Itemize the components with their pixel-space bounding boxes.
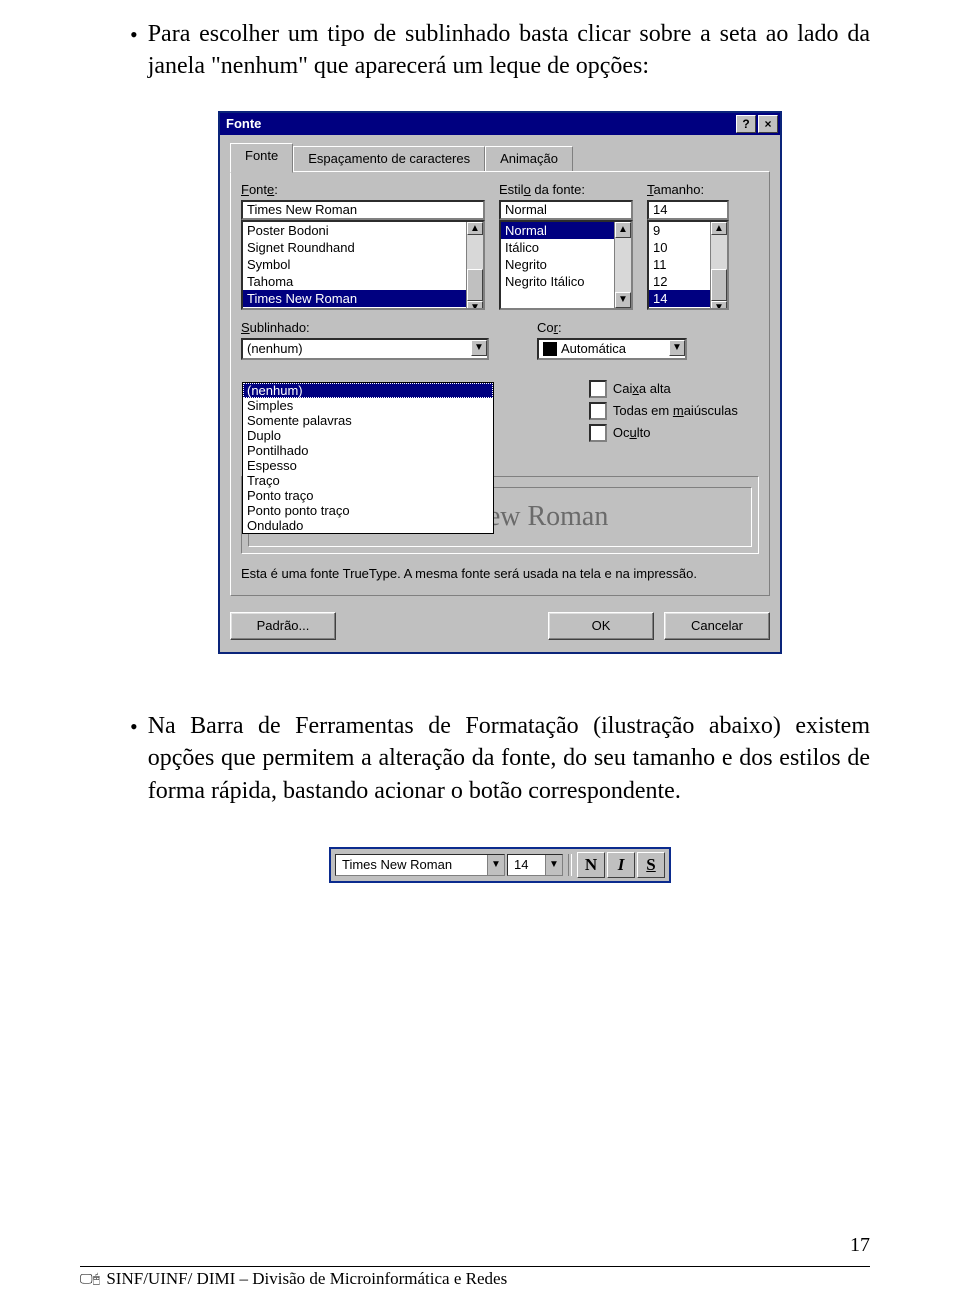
- font-family-combo[interactable]: Times New Roman ▼: [335, 854, 505, 876]
- scrollbar-thumb[interactable]: [711, 269, 727, 301]
- checkbox[interactable]: [589, 380, 607, 398]
- close-icon[interactable]: ×: [758, 115, 778, 133]
- font-size-input[interactable]: 14: [647, 200, 729, 220]
- style-list[interactable]: Normal Itálico Negrito Negrito Itálico ▲…: [499, 220, 633, 310]
- list-item[interactable]: Duplo: [243, 428, 493, 443]
- label-cor: Cor:: [537, 320, 687, 335]
- scrollbar[interactable]: ▲ ▼: [614, 222, 631, 308]
- paragraph-1: Para escolher um tipo de sublinhado bast…: [148, 18, 870, 83]
- list-item[interactable]: Negrito: [501, 256, 631, 273]
- font-name-input[interactable]: Times New Roman: [241, 200, 485, 220]
- dialog-title: Fonte: [226, 116, 261, 131]
- font-hint: Esta é uma fonte TrueType. A mesma fonte…: [241, 566, 759, 581]
- chevron-down-icon[interactable]: ▼: [669, 340, 685, 356]
- tab-fonte[interactable]: Fonte: [230, 143, 293, 173]
- list-item[interactable]: Normal: [501, 222, 631, 239]
- help-icon[interactable]: ?: [736, 115, 756, 133]
- tab-espacamento[interactable]: Espaçamento de caracteres: [293, 146, 485, 172]
- chevron-down-icon[interactable]: ▼: [467, 301, 483, 310]
- bullet-icon: •: [130, 710, 138, 807]
- scrollbar[interactable]: ▲ ▼: [466, 222, 483, 308]
- cancelar-button[interactable]: Cancelar: [664, 612, 770, 640]
- scrollbar[interactable]: ▲ ▼: [710, 222, 727, 308]
- dialog-titlebar[interactable]: Fonte ? ×: [220, 113, 780, 135]
- checkbox[interactable]: [589, 402, 607, 420]
- checkbox[interactable]: [589, 424, 607, 442]
- font-dialog: Fonte ? × Fonte Espaçamento de caractere…: [218, 111, 782, 654]
- paragraph-2: Na Barra de Ferramentas de Formatação (i…: [148, 710, 870, 807]
- list-item[interactable]: Symbol: [243, 256, 483, 273]
- size-list[interactable]: 9 10 11 12 14 ▲ ▼: [647, 220, 729, 310]
- formatting-toolbar: Times New Roman ▼ 14 ▼ N I S: [329, 847, 671, 883]
- font-family-value: Times New Roman: [336, 857, 458, 872]
- label-sublinhado: Sublinhado:: [241, 320, 489, 335]
- list-item[interactable]: (nenhum): [243, 383, 493, 398]
- color-combo[interactable]: Automática ▼: [537, 338, 687, 360]
- chevron-down-icon[interactable]: ▼: [615, 292, 631, 308]
- font-style-input[interactable]: Normal: [499, 200, 633, 220]
- chevron-down-icon[interactable]: ▼: [471, 340, 487, 356]
- label-caixa-alta: Caixa alta: [613, 381, 671, 396]
- chevron-up-icon[interactable]: ▲: [615, 222, 631, 238]
- label-tamanho: Tamanho:: [647, 182, 729, 197]
- list-item[interactable]: Poster Bodoni: [243, 222, 483, 239]
- padrao-button[interactable]: Padrão...: [230, 612, 336, 640]
- underline-button[interactable]: S: [637, 852, 665, 878]
- bold-button[interactable]: N: [577, 852, 605, 878]
- font-size-combo[interactable]: 14 ▼: [507, 854, 563, 876]
- list-item[interactable]: Itálico: [501, 239, 631, 256]
- list-item[interactable]: Tahoma: [243, 273, 483, 290]
- list-item[interactable]: Signet Roundhand: [243, 239, 483, 256]
- ok-button[interactable]: OK: [548, 612, 654, 640]
- underline-dropdown-list[interactable]: (nenhum) Simples Somente palavras Duplo …: [242, 382, 494, 534]
- color-swatch-icon: [543, 342, 557, 356]
- label-oculto: Oculto: [613, 425, 651, 440]
- label-maiusculas: Todas em maiúsculas: [613, 403, 738, 418]
- list-item[interactable]: Times New Roman: [243, 290, 483, 307]
- list-item[interactable]: Negrito Itálico: [501, 273, 631, 290]
- footer-icon: 🖵🖰: [80, 1271, 100, 1287]
- list-item[interactable]: Simples: [243, 398, 493, 413]
- color-value: Automática: [539, 340, 669, 358]
- chevron-up-icon[interactable]: ▲: [467, 222, 483, 235]
- chevron-up-icon[interactable]: ▲: [711, 222, 727, 235]
- list-item[interactable]: Pontilhado: [243, 443, 493, 458]
- footer-text: SINF/UINF/ DIMI – Divisão de Microinform…: [106, 1269, 507, 1289]
- underline-combo[interactable]: (nenhum) ▼: [241, 338, 489, 360]
- chevron-down-icon[interactable]: ▼: [711, 301, 727, 310]
- bullet-icon: •: [130, 18, 138, 83]
- list-item[interactable]: Ponto ponto traço: [243, 503, 493, 518]
- list-item[interactable]: Somente palavras: [243, 413, 493, 428]
- divider: [568, 854, 572, 876]
- label-estilo: Estilo da fonte:: [499, 182, 633, 197]
- page-footer: 17 🖵🖰 SINF/UINF/ DIMI – Divisão de Micro…: [80, 1266, 870, 1289]
- list-item[interactable]: Ondulado: [243, 518, 493, 533]
- list-item[interactable]: Ponto traço: [243, 488, 493, 503]
- font-size-value: 14: [508, 857, 534, 872]
- label-fonte: Fonte:: [241, 182, 485, 197]
- font-list[interactable]: Poster Bodoni Signet Roundhand Symbol Ta…: [241, 220, 485, 310]
- italic-button[interactable]: I: [607, 852, 635, 878]
- list-item[interactable]: Traço: [243, 473, 493, 488]
- tab-animacao[interactable]: Animação: [485, 146, 573, 172]
- scrollbar-thumb[interactable]: [467, 269, 483, 301]
- chevron-down-icon[interactable]: ▼: [545, 855, 562, 875]
- page-number: 17: [850, 1234, 870, 1257]
- underline-value: (nenhum): [243, 340, 471, 358]
- chevron-down-icon[interactable]: ▼: [487, 855, 504, 875]
- list-item[interactable]: Espesso: [243, 458, 493, 473]
